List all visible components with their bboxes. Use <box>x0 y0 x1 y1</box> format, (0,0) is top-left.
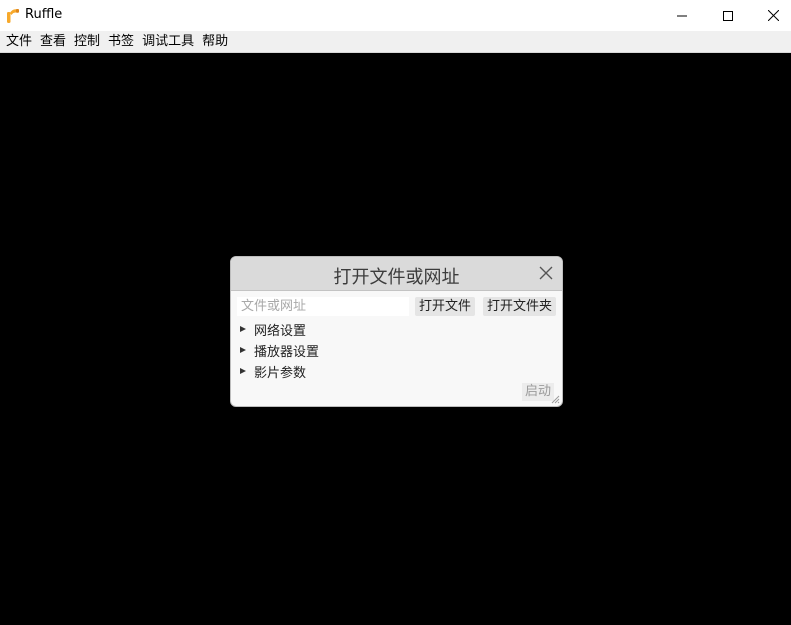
section-player-settings[interactable]: 播放器设置 <box>240 341 320 360</box>
menu-bar: 文件 查看 控制 书签 调试工具 帮助 <box>0 31 791 53</box>
expand-arrow-icon <box>240 347 246 353</box>
url-input[interactable] <box>237 297 409 316</box>
menu-help[interactable]: 帮助 <box>198 31 232 53</box>
section-label: 影片参数 <box>254 365 307 381</box>
menu-controls[interactable]: 控制 <box>70 31 104 53</box>
title-bar: Ruffle <box>0 0 791 31</box>
maximize-icon <box>723 10 733 21</box>
section-network-settings[interactable]: 网络设置 <box>240 320 307 339</box>
dialog-header[interactable]: 打开文件或网址 <box>231 257 562 291</box>
expand-arrow-icon <box>240 368 246 374</box>
dialog-close-icon[interactable] <box>539 266 553 280</box>
section-label: 播放器设置 <box>254 344 320 360</box>
section-movie-parameters[interactable]: 影片参数 <box>240 362 307 381</box>
close-window-button[interactable] <box>750 0 791 31</box>
section-label: 网络设置 <box>254 323 307 339</box>
open-dialog: 打开文件或网址 打开文件 打开文件夹 网络设置 播放器设置 影片参数 启动 <box>230 256 563 407</box>
dialog-title: 打开文件或网址 <box>333 267 460 288</box>
window-title: Ruffle <box>25 7 63 22</box>
close-icon <box>767 10 779 21</box>
minimize-icon <box>677 15 687 16</box>
ruffle-logo-icon <box>7 9 19 23</box>
expand-arrow-icon <box>240 326 246 332</box>
open-folder-button[interactable]: 打开文件夹 <box>483 297 556 316</box>
minimize-button[interactable] <box>659 0 705 31</box>
open-file-button[interactable]: 打开文件 <box>415 297 475 316</box>
menu-view[interactable]: 查看 <box>36 31 70 53</box>
menu-bookmarks[interactable]: 书签 <box>104 31 138 53</box>
maximize-button[interactable] <box>705 0 751 31</box>
resize-grip-icon[interactable] <box>550 394 560 404</box>
menu-file[interactable]: 文件 <box>2 31 36 53</box>
menu-debug-tools[interactable]: 调试工具 <box>138 31 198 53</box>
